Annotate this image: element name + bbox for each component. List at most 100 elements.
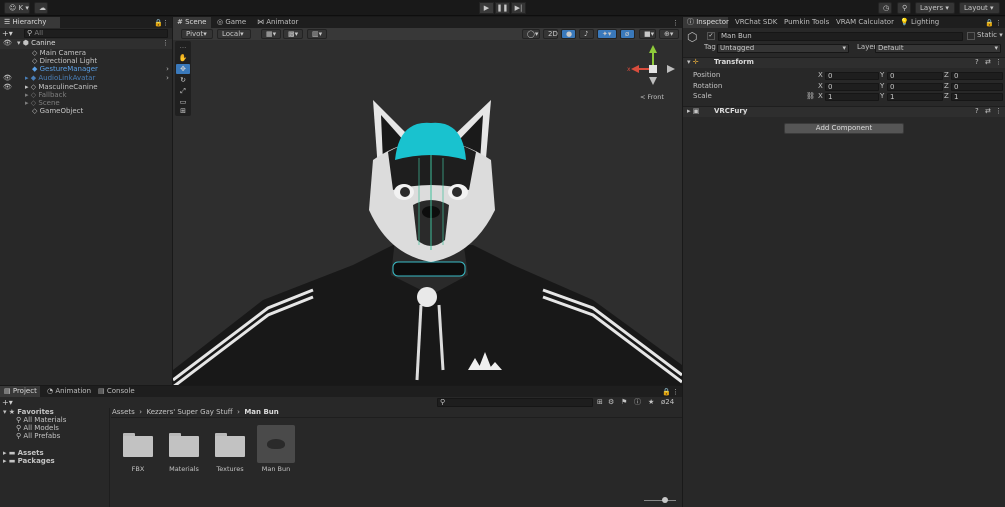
tab-animator[interactable]: ⋈ Animator — [253, 17, 299, 28]
shading-mode-button[interactable]: ◯▾ — [522, 29, 540, 39]
help-icon[interactable]: ? — [975, 58, 979, 67]
asset-label[interactable]: FBX — [115, 465, 161, 473]
zoom-slider[interactable] — [644, 500, 676, 501]
step-button[interactable]: ▶| — [511, 2, 526, 14]
breadcrumb-item[interactable]: Assets — [112, 408, 135, 416]
preset-icon[interactable]: ⇄ — [985, 58, 991, 67]
scale-y-field[interactable]: 1 — [887, 93, 943, 101]
folder-icon[interactable] — [169, 433, 199, 457]
add-component-button[interactable]: Add Component — [784, 123, 904, 134]
search-button[interactable]: ⚲ — [897, 2, 911, 14]
pivot-dropdown[interactable]: Pivot▾ — [181, 29, 213, 39]
tab-game[interactable]: ◎ Game — [213, 17, 249, 28]
play-button[interactable]: ▶ — [479, 2, 494, 14]
filter-label-icon[interactable]: ⚙ — [608, 398, 614, 407]
local-dropdown[interactable]: Local▾ — [217, 29, 251, 39]
breadcrumb-item[interactable]: Man Bun — [244, 408, 278, 416]
layers-dropdown[interactable]: Layers ▾ — [915, 2, 955, 14]
transform-foldout[interactable]: ▾ ✛ — [687, 58, 699, 67]
folder-icon[interactable] — [215, 433, 245, 457]
list-item[interactable]: ▸ ◆ AudioLinkAvatar — [25, 74, 95, 83]
scale-x-field[interactable]: 1 — [825, 93, 879, 101]
static-label[interactable]: Static ▾ — [977, 31, 1003, 40]
folder-icon[interactable] — [123, 433, 153, 457]
pause-button[interactable]: ❚❚ — [495, 2, 510, 14]
layout-dropdown[interactable]: Layout ▾ — [959, 2, 1000, 14]
tab-vrchat-sdk[interactable]: VRChat SDK — [731, 17, 779, 28]
visibility-icon[interactable]: 👁 — [3, 83, 12, 92]
history-button[interactable]: ◷ — [878, 2, 892, 14]
lock-icon[interactable]: 🔒 — [662, 388, 671, 396]
preset-icon[interactable]: ⇄ — [985, 107, 991, 116]
hidden-objects-toggle[interactable]: ø — [620, 29, 635, 39]
tab-console[interactable]: ▤ Console — [94, 386, 135, 397]
chevron-right-icon[interactable]: › — [164, 65, 171, 73]
packages-foldout[interactable]: ▸ ▬ Packages — [3, 457, 55, 466]
scene-more-icon[interactable]: ⋮ — [162, 39, 169, 47]
tab-hierarchy[interactable]: ☰ Hierarchy — [0, 17, 60, 28]
more-icon[interactable]: ⋮ — [672, 388, 679, 396]
hidden-packages-button[interactable]: ø24 — [661, 398, 674, 407]
scene-viewport[interactable] — [173, 40, 682, 385]
increment-snap-button[interactable]: ▩▾ — [283, 29, 303, 39]
tab-pumkin-tools[interactable]: Pumkin Tools — [780, 17, 830, 28]
breadcrumb-item[interactable]: Kezzers' Super Gay Stuff — [146, 408, 232, 416]
tab-vram-calculator[interactable]: VRAM Calculator — [832, 17, 894, 28]
cloud-button[interactable]: ☁ — [34, 2, 48, 14]
visibility-icon[interactable]: 👁 — [3, 74, 12, 83]
position-y-field[interactable]: 0 — [887, 72, 943, 80]
more-icon[interactable]: ⋮ — [672, 19, 679, 27]
view-label[interactable]: < Front — [640, 93, 664, 101]
tab-animation[interactable]: ◔ Animation — [43, 386, 91, 397]
zoom-slider-handle[interactable] — [662, 497, 668, 503]
rotation-x-field[interactable]: 0 — [825, 83, 879, 91]
model-thumbnail[interactable] — [257, 425, 295, 463]
render-mode-button[interactable]: ▥▾ — [307, 29, 327, 39]
tab-inspector[interactable]: ⓘ Inspector — [683, 17, 729, 28]
list-item[interactable]: ◇ GameObject — [32, 107, 83, 116]
camera-button[interactable]: ■▾ — [639, 29, 656, 39]
project-search-input[interactable]: ⚲ — [437, 398, 593, 407]
chevron-right-icon[interactable]: › — [164, 74, 171, 82]
orientation-gizmo[interactable]: x < Front — [625, 44, 675, 104]
favorite-item[interactable]: ⚲ All Prefabs — [16, 432, 60, 441]
vrcfury-foldout[interactable]: ▸ ▣ — [687, 107, 699, 116]
rotation-z-field[interactable]: 0 — [951, 83, 1003, 91]
help-icon[interactable]: ? — [975, 107, 979, 116]
tab-lighting[interactable]: 💡 Lighting — [896, 17, 939, 28]
lighting-toggle[interactable]: ● — [561, 29, 576, 39]
static-checkbox[interactable] — [967, 32, 975, 40]
position-z-field[interactable]: 0 — [951, 72, 1003, 80]
create-asset-button[interactable]: +▾ — [2, 398, 20, 407]
active-checkbox[interactable]: ✓ — [707, 32, 715, 40]
layer-dropdown[interactable]: Default ▾ — [875, 44, 1001, 53]
rotation-y-field[interactable]: 0 — [887, 83, 943, 91]
position-x-field[interactable]: 0 — [825, 72, 879, 80]
lock-icon[interactable]: 🔒 — [985, 19, 994, 27]
info-icon[interactable]: ⓘ — [634, 398, 641, 407]
object-name-field[interactable]: Man Bun — [718, 32, 963, 41]
grid-snap-button[interactable]: ▦▾ — [261, 29, 281, 39]
visibility-icon[interactable]: 👁 — [3, 39, 12, 48]
link-icon[interactable]: ⛓ — [806, 92, 815, 101]
asset-label[interactable]: Textures — [207, 465, 253, 473]
component-menu-icon[interactable]: ⋮ — [995, 58, 1002, 67]
account-dropdown[interactable]: ☺ K ▾ — [4, 2, 30, 14]
tag-dropdown[interactable]: Untagged ▾ — [717, 44, 849, 53]
audio-toggle[interactable]: ♪ — [579, 29, 594, 39]
list-item[interactable]: ◆ GestureManager — [32, 65, 98, 74]
asset-label[interactable]: Materials — [161, 465, 207, 473]
star-icon[interactable]: ★ — [648, 398, 654, 407]
effects-toggle[interactable]: ✦▾ — [597, 29, 617, 39]
component-menu-icon[interactable]: ⋮ — [995, 107, 1002, 116]
create-button[interactable]: +▾ — [2, 29, 22, 38]
asset-label[interactable]: Man Bun — [253, 465, 299, 473]
lock-icon[interactable]: 🔒 — [154, 19, 163, 27]
tab-scene[interactable]: # Scene — [173, 17, 211, 28]
more-icon[interactable]: ⋮ — [995, 19, 1002, 27]
tag-icon[interactable]: ⚑ — [621, 398, 627, 407]
scale-z-field[interactable]: 1 — [951, 93, 1003, 101]
tab-project[interactable]: ▤ Project — [0, 386, 40, 397]
hierarchy-search-input[interactable]: ⚲ All — [24, 29, 168, 38]
filter-type-icon[interactable]: ⊞ — [597, 398, 603, 407]
